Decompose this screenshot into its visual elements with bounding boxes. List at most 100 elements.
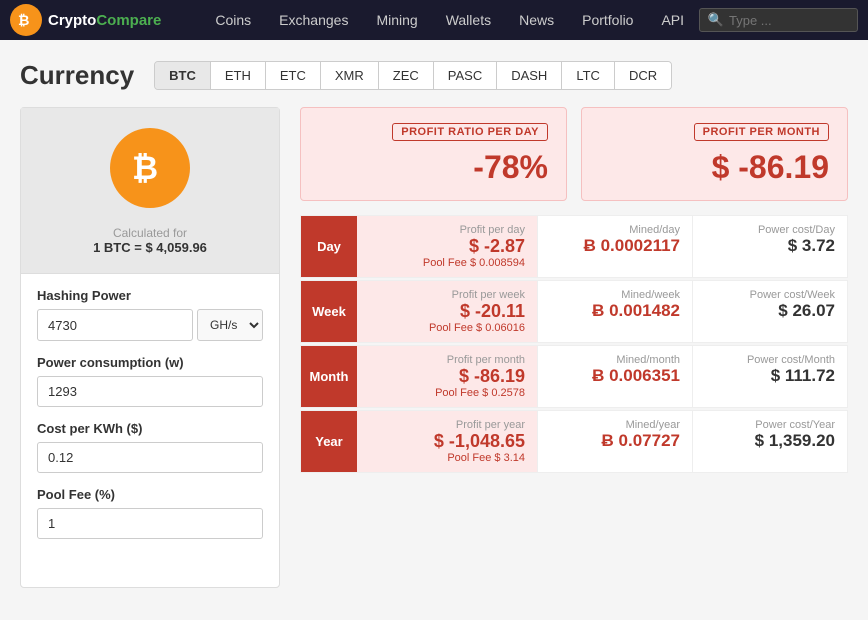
currency-tabs: BTC ETH ETC XMR ZEC PASC DASH LTC DCR <box>154 61 672 90</box>
period-label: Week <box>301 281 357 342</box>
tab-btc[interactable]: BTC <box>155 62 211 89</box>
tab-pasc[interactable]: PASC <box>434 62 497 89</box>
tab-dash[interactable]: DASH <box>497 62 562 89</box>
mined-label: Mined/day <box>550 224 680 236</box>
hashing-power-input[interactable] <box>37 309 193 341</box>
power-main-value: $ 1,359.20 <box>705 431 835 451</box>
page-title: Currency <box>20 60 134 91</box>
profit-sub-value: Pool Fee $ 3.14 <box>369 452 525 464</box>
mined-label: Mined/year <box>550 419 680 431</box>
profit-sub-value: Pool Fee $ 0.008594 <box>369 257 525 269</box>
profit-main-value: $ -86.19 <box>369 366 525 387</box>
power-consumption-group: Power consumption (w) <box>37 355 263 407</box>
logo-icon: ₿ <box>10 4 42 36</box>
profit-ratio-card: PROFIT RATIO PER DAY -78% <box>300 107 567 201</box>
pool-fee-group: Pool Fee (%) <box>37 487 263 539</box>
power-cell: Power cost/Month $ 111.72 <box>692 346 847 407</box>
profit-period-label: Profit per week <box>369 289 525 301</box>
power-consumption-label: Power consumption (w) <box>37 355 263 370</box>
nav-coins[interactable]: Coins <box>201 0 265 40</box>
power-label: Power cost/Week <box>705 289 835 301</box>
table-row: Month Profit per month $ -86.19 Pool Fee… <box>300 345 848 408</box>
mined-main-value: Ƀ 0.07727 <box>550 431 680 451</box>
profit-main-value: $ -20.11 <box>369 301 525 322</box>
pool-fee-input[interactable] <box>37 508 263 539</box>
nav-news[interactable]: News <box>505 0 568 40</box>
top-cards: PROFIT RATIO PER DAY -78% PROFIT PER MON… <box>300 107 848 201</box>
power-main-value: $ 111.72 <box>705 366 835 386</box>
power-cell: Power cost/Week $ 26.07 <box>692 281 847 342</box>
power-label: Power cost/Month <box>705 354 835 366</box>
tab-ltc[interactable]: LTC <box>562 62 615 89</box>
profit-ratio-value: -78% <box>319 149 548 186</box>
table-row: Year Profit per year $ -1,048.65 Pool Fe… <box>300 410 848 473</box>
mined-cell: Mined/year Ƀ 0.07727 <box>537 411 692 472</box>
power-label: Power cost/Year <box>705 419 835 431</box>
mined-cell: Mined/day Ƀ 0.0002117 <box>537 216 692 277</box>
mined-cell: Mined/week Ƀ 0.001482 <box>537 281 692 342</box>
profit-main-value: $ -2.87 <box>369 236 525 257</box>
btc-icon: ₿ <box>110 128 190 208</box>
cost-kwh-label: Cost per KWh ($) <box>37 421 263 436</box>
profit-period-label: Profit per day <box>369 224 525 236</box>
mined-main-value: Ƀ 0.006351 <box>550 366 680 386</box>
calc-label: Calculated for <box>93 226 207 240</box>
power-consumption-input[interactable] <box>37 376 263 407</box>
hashing-power-group: Hashing Power GH/s TH/s MH/s <box>37 288 263 341</box>
logo[interactable]: ₿ CryptoCompare <box>10 4 181 36</box>
period-label: Year <box>301 411 357 472</box>
period-label: Day <box>301 216 357 277</box>
svg-text:₿: ₿ <box>18 12 29 28</box>
search-icon: 🔍 <box>708 12 724 28</box>
nav-mining[interactable]: Mining <box>362 0 431 40</box>
mined-label: Mined/month <box>550 354 680 366</box>
power-cell: Power cost/Year $ 1,359.20 <box>692 411 847 472</box>
profit-period-label: Profit per month <box>369 354 525 366</box>
page-content: Currency BTC ETH ETC XMR ZEC PASC DASH L… <box>0 40 868 620</box>
form-area: Hashing Power GH/s TH/s MH/s Power consu… <box>21 274 279 567</box>
profit-month-card: PROFIT PER MONTH $ -86.19 <box>581 107 848 201</box>
mined-cell: Mined/month Ƀ 0.006351 <box>537 346 692 407</box>
tab-etc[interactable]: ETC <box>266 62 321 89</box>
calc-value: 1 BTC = $ 4,059.96 <box>93 240 207 255</box>
left-panel: ₿ Calculated for 1 BTC = $ 4,059.96 Hash… <box>20 107 280 588</box>
search-input[interactable] <box>729 13 849 28</box>
period-label: Month <box>301 346 357 407</box>
profit-ratio-label: PROFIT RATIO PER DAY <box>392 123 548 141</box>
profit-cell: Profit per week $ -20.11 Pool Fee $ 0.06… <box>357 281 537 342</box>
nav-links: Coins Exchanges Mining Wallets News Port… <box>201 0 698 40</box>
tab-zec[interactable]: ZEC <box>379 62 434 89</box>
profit-cell: Profit per day $ -2.87 Pool Fee $ 0.0085… <box>357 216 537 277</box>
table-row: Day Profit per day $ -2.87 Pool Fee $ 0.… <box>300 215 848 278</box>
table-row: Week Profit per week $ -20.11 Pool Fee $… <box>300 280 848 343</box>
power-cell: Power cost/Day $ 3.72 <box>692 216 847 277</box>
tab-xmr[interactable]: XMR <box>321 62 379 89</box>
right-panel: PROFIT RATIO PER DAY -78% PROFIT PER MON… <box>300 107 848 588</box>
logo-text: CryptoCompare <box>48 12 161 29</box>
profit-sub-value: Pool Fee $ 0.06016 <box>369 322 525 334</box>
hashing-power-label: Hashing Power <box>37 288 263 303</box>
currency-header: Currency BTC ETH ETC XMR ZEC PASC DASH L… <box>20 60 848 91</box>
svg-text:₿: ₿ <box>132 150 158 186</box>
mined-main-value: Ƀ 0.0002117 <box>550 236 680 256</box>
tab-dcr[interactable]: DCR <box>615 62 671 89</box>
tab-eth[interactable]: ETH <box>211 62 266 89</box>
hashing-unit-select[interactable]: GH/s TH/s MH/s <box>197 309 263 341</box>
nav-portfolio[interactable]: Portfolio <box>568 0 647 40</box>
nav-wallets[interactable]: Wallets <box>432 0 505 40</box>
profit-month-label: PROFIT PER MONTH <box>694 123 829 141</box>
profit-cell: Profit per year $ -1,048.65 Pool Fee $ 3… <box>357 411 537 472</box>
nav-exchanges[interactable]: Exchanges <box>265 0 362 40</box>
coin-icon-area: ₿ Calculated for 1 BTC = $ 4,059.96 <box>21 108 279 274</box>
main-content: ₿ Calculated for 1 BTC = $ 4,059.96 Hash… <box>20 107 848 588</box>
pool-fee-label: Pool Fee (%) <box>37 487 263 502</box>
cost-kwh-input[interactable] <box>37 442 263 473</box>
data-table: Day Profit per day $ -2.87 Pool Fee $ 0.… <box>300 215 848 473</box>
nav-api[interactable]: API <box>647 0 698 40</box>
mined-main-value: Ƀ 0.001482 <box>550 301 680 321</box>
profit-period-label: Profit per year <box>369 419 525 431</box>
search-bar[interactable]: 🔍 <box>699 8 858 32</box>
profit-month-value: $ -86.19 <box>600 149 829 186</box>
power-main-value: $ 3.72 <box>705 236 835 256</box>
cost-kwh-group: Cost per KWh ($) <box>37 421 263 473</box>
